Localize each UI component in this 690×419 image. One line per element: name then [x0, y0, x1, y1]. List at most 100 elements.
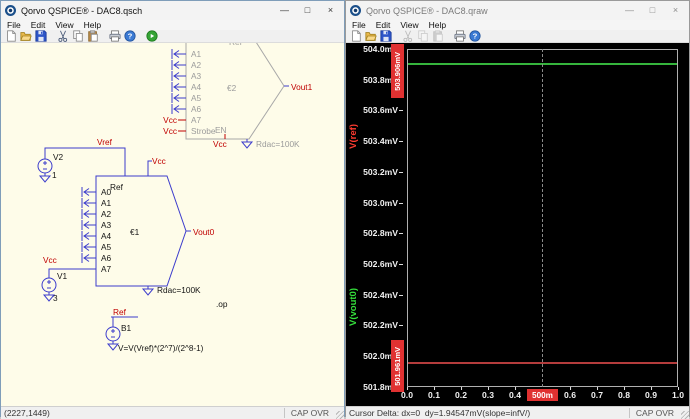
menubar: File Edit View Help	[346, 20, 689, 30]
y-tick-label: 502.8mV	[346, 228, 403, 238]
maximize-button[interactable]: □	[641, 2, 664, 19]
new-file-icon[interactable]	[350, 30, 362, 42]
menu-help[interactable]: Help	[429, 20, 446, 30]
dac1-pin-a0: A0	[101, 187, 112, 197]
b1-formula[interactable]: V=V(Vref)*(2^7)/(2^8-1)	[118, 344, 204, 353]
paste-icon[interactable]	[87, 30, 99, 42]
qorvo-logo-icon	[350, 5, 361, 16]
x-tick-label: 0.8	[618, 387, 630, 400]
titlebar[interactable]: Qorvo QSPICE® - DAC8.qraw — □ ×	[346, 1, 689, 20]
toolbar: ?	[1, 30, 344, 43]
dac2-pin-a2: A2	[191, 60, 202, 70]
schematic-canvas[interactable]: Ref A1 A2 A3 A4 A5 A6 A7 Strobe Vcc Vcc …	[1, 43, 344, 406]
save-icon[interactable]	[35, 30, 47, 42]
pin-arrow-icon	[81, 208, 97, 220]
ground-icon	[142, 285, 154, 296]
net-label-vcc[interactable]: Vcc	[213, 139, 227, 149]
dac1-rdac-param[interactable]: Rdac=100K	[157, 285, 201, 295]
dac2-pin-strobe: Strobe	[191, 126, 216, 136]
titlebar[interactable]: Qorvo QSPICE® - DAC8.qsch — □ ×	[1, 1, 344, 20]
trace-label-vout0[interactable]: V(vout0)	[347, 259, 360, 355]
cursor-value-flag-top[interactable]: 503.906mV	[391, 44, 404, 98]
x-tick-label: 1.0	[672, 387, 684, 400]
menu-view[interactable]: View	[400, 20, 418, 30]
minimize-button[interactable]: —	[273, 2, 296, 19]
menu-view[interactable]: View	[55, 20, 73, 30]
menu-file[interactable]: File	[7, 20, 21, 30]
cut-icon[interactable]	[57, 30, 69, 42]
trace-label-vref[interactable]: V(ref)	[347, 91, 360, 181]
help-icon[interactable]: ?	[469, 30, 481, 42]
copy-icon[interactable]	[72, 30, 84, 42]
close-button[interactable]: ×	[319, 2, 342, 19]
pin-arrow-icon	[171, 59, 187, 71]
cursor-x-flag[interactable]: 500m	[527, 389, 558, 401]
pin-arrow-icon	[81, 230, 97, 242]
net-label-vcc[interactable]: Vcc	[152, 156, 166, 166]
v1-designator: V1	[57, 271, 68, 281]
open-folder-icon[interactable]	[20, 30, 32, 42]
open-folder-icon[interactable]	[365, 30, 377, 42]
x-tick-label: 0.6	[564, 387, 576, 400]
dac1-ref-pin: Ref	[110, 182, 124, 192]
dac2-rdac-param[interactable]: Rdac=100K	[256, 139, 300, 149]
menu-help[interactable]: Help	[84, 20, 101, 30]
net-label-vcc[interactable]: Vcc	[163, 126, 177, 136]
qorvo-logo-icon	[5, 5, 16, 16]
net-label-vcc[interactable]: Vcc	[163, 115, 177, 125]
pin-arrow-icon	[171, 92, 187, 104]
waveform-plot[interactable]: 504.0mV 503.8mV 503.6mV 503.4mV 503.2mV …	[346, 43, 689, 406]
net-label-vout1[interactable]: Vout1	[291, 82, 313, 92]
menu-file[interactable]: File	[352, 20, 366, 30]
v1-value[interactable]: 3	[53, 293, 58, 303]
cursor-value-flag-bottom[interactable]: 501.961mV	[391, 340, 404, 392]
copy-icon	[417, 30, 429, 42]
run-icon[interactable]	[146, 30, 158, 42]
waveform-window: Qorvo QSPICE® - DAC8.qraw — □ × File Edi…	[345, 0, 690, 419]
new-file-icon[interactable]	[5, 30, 17, 42]
dac1-pin-a2: A2	[101, 209, 112, 219]
pin-arrow-icon	[81, 186, 97, 198]
dac2-pin-a4: A4	[191, 82, 202, 92]
x-tick-label: 0.1	[428, 387, 440, 400]
ground-icon	[39, 172, 51, 183]
pin-arrow-icon	[171, 48, 187, 60]
pin-arrow-icon	[171, 103, 187, 115]
menu-edit[interactable]: Edit	[31, 20, 46, 30]
ground-icon	[241, 138, 253, 149]
resize-grip[interactable]	[681, 411, 689, 419]
b1-designator: B1	[121, 323, 132, 333]
maximize-button[interactable]: □	[296, 2, 319, 19]
print-icon[interactable]	[454, 30, 466, 42]
dac2-pin-a1: A1	[191, 49, 202, 59]
dac1-designator: €1	[130, 227, 140, 237]
net-label-ref[interactable]: Ref	[113, 307, 127, 317]
svg-text:?: ?	[128, 32, 133, 41]
pin-arrow-icon	[171, 70, 187, 82]
x-tick-label: 0.3	[482, 387, 494, 400]
svg-text:?: ?	[473, 32, 478, 41]
minimize-button[interactable]: —	[618, 2, 641, 19]
menu-edit[interactable]: Edit	[376, 20, 391, 30]
close-button[interactable]: ×	[664, 2, 687, 19]
v2-value[interactable]: 1	[52, 170, 57, 180]
behavioral-source-icon[interactable]	[105, 326, 121, 342]
print-icon[interactable]	[109, 30, 121, 42]
voltage-source-icon[interactable]	[41, 277, 57, 293]
resize-grip[interactable]	[336, 411, 344, 419]
x-tick-label: 0.7	[591, 387, 603, 400]
cursor-vertical-line[interactable]	[542, 49, 543, 387]
net-label-vref[interactable]: Vref	[97, 137, 113, 147]
voltage-source-icon[interactable]	[37, 158, 53, 174]
dac1-pin-a6: A6	[101, 253, 112, 263]
dac1-pin-a1: A1	[101, 198, 112, 208]
dac2-pin-a3: A3	[191, 71, 202, 81]
net-label-vout0[interactable]: Vout0	[193, 227, 215, 237]
save-icon[interactable]	[380, 30, 392, 42]
spice-directive[interactable]: .op	[216, 299, 228, 309]
dac1-pin-a4: A4	[101, 231, 112, 241]
help-icon[interactable]: ?	[124, 30, 136, 42]
dac2-pin-a7: A7	[191, 115, 202, 125]
window-title: Qorvo QSPICE® - DAC8.qraw	[366, 5, 488, 16]
net-label-vcc[interactable]: Vcc	[43, 255, 57, 265]
